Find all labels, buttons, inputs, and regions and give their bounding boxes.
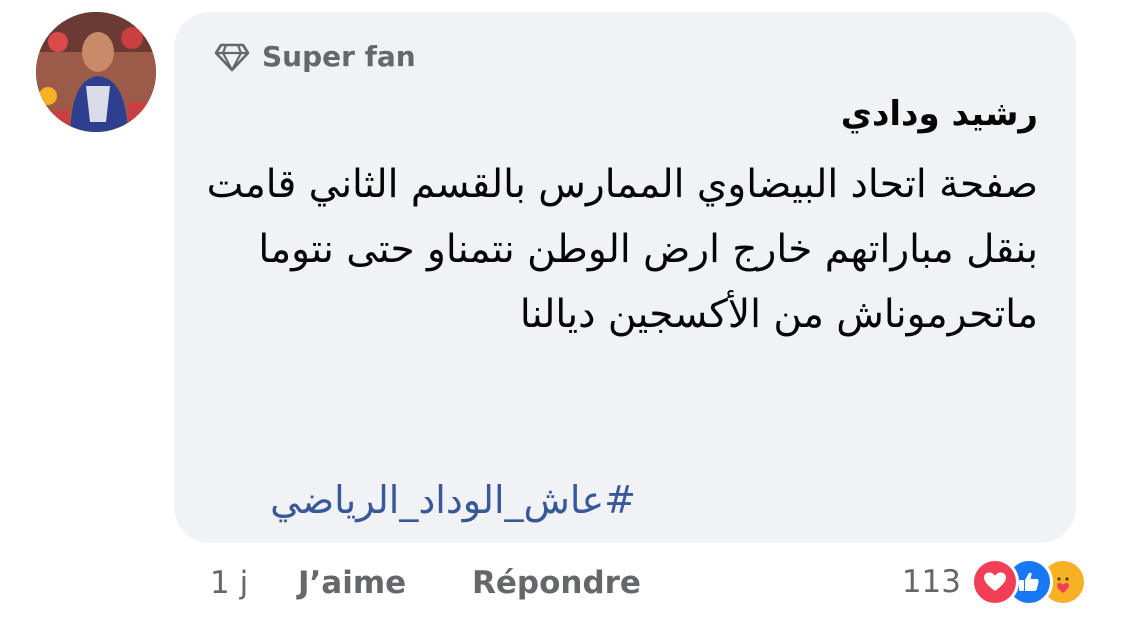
diamond-icon — [214, 43, 250, 71]
comment-timestamp[interactable]: 1 j — [210, 560, 248, 606]
love-reaction-icon — [971, 558, 1019, 606]
like-button[interactable]: J’aime — [298, 560, 406, 606]
author-avatar[interactable] — [36, 12, 156, 132]
comment-text: صفحة اتحاد البيضاوي الممارس بالقسم الثان… — [206, 162, 1038, 337]
reactions-summary[interactable]: 113 — [902, 556, 1087, 608]
super-fan-badge[interactable]: Super fan — [214, 40, 416, 73]
hashtag-link[interactable]: #عاش_الوداد_الرياضي — [270, 478, 636, 522]
avatar-photo — [36, 12, 156, 132]
comment-bubble: Super fan رشيد ودادي صفحة اتحاد البيضاوي… — [174, 12, 1076, 543]
reply-button[interactable]: Répondre — [472, 560, 641, 606]
author-name[interactable]: رشيد ودادي — [841, 94, 1038, 134]
reaction-count: 113 — [901, 564, 961, 600]
badge-label: Super fan — [262, 40, 416, 73]
